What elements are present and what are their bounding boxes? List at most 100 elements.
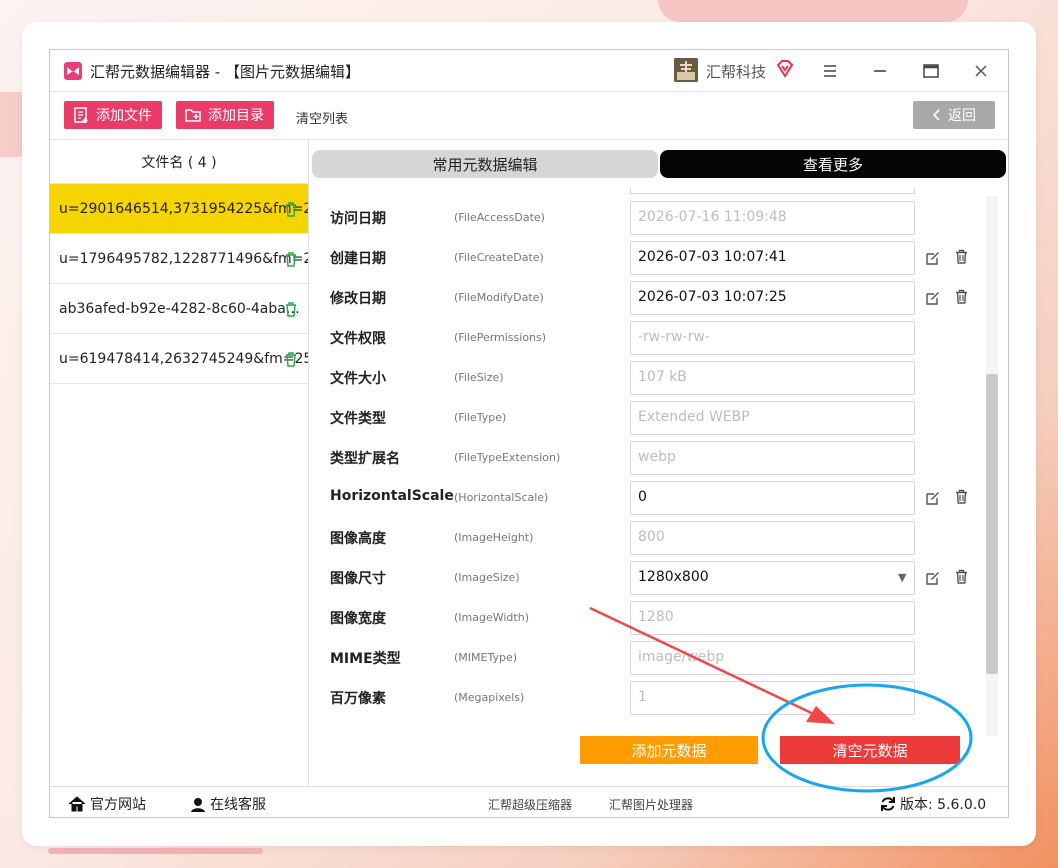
metadata-row: MIME类型 (MIMEType) image/webp	[310, 638, 998, 678]
field-key: (Megapixels)	[454, 691, 525, 704]
field-key: (MIMEType)	[454, 651, 518, 664]
add-folder-button[interactable]: 添加目录	[176, 101, 274, 129]
field-value-input[interactable]: 2026-07-16 11:09:48	[630, 201, 915, 235]
metadata-row: 图像高度 (ImageHeight) 800	[310, 518, 998, 558]
brand-name: 汇帮科技	[706, 63, 767, 81]
edit-icon[interactable]	[926, 570, 940, 589]
close-icon[interactable]	[969, 59, 993, 83]
field-label: 图像尺寸	[330, 571, 386, 587]
support-link[interactable]: 在线客服	[190, 794, 266, 814]
file-name: ab36afed-b92e-4282-8c60-4aba…	[59, 300, 300, 317]
field-value-input[interactable]: 2026-07-03 10:07:41	[630, 241, 915, 275]
field-label: 文件类型	[330, 411, 386, 427]
metadata-row: 文件权限 (FilePermissions) -rw-rw-rw-	[310, 318, 998, 358]
support-icon	[191, 798, 205, 812]
field-key: (FileType)	[454, 411, 507, 424]
scrollbar-thumb[interactable]	[986, 374, 998, 674]
field-value-input[interactable]: image/webp	[630, 641, 915, 675]
file-list-item[interactable]: u=1796495782,1228771496&fm=2…	[50, 234, 308, 284]
version-info: 版本: 5.6.0.0	[880, 794, 986, 814]
title-bar: 汇帮元数据编辑器 - 【图片元数据编辑】 汇帮科技	[50, 50, 1008, 92]
trash-icon[interactable]	[284, 301, 298, 317]
file-list-item[interactable]: u=619478414,2632745249&fm=25…	[50, 334, 308, 384]
metadata-row: 类型扩展名 (FileTypeExtension) webp	[310, 438, 998, 478]
field-value-input[interactable]: 1280x800	[630, 561, 915, 595]
minimize-icon[interactable]	[868, 59, 892, 83]
vip-icon[interactable]	[775, 59, 795, 83]
edit-icon[interactable]	[926, 250, 940, 269]
trash-icon[interactable]	[955, 569, 968, 588]
website-link[interactable]: 官方网站	[68, 794, 146, 814]
home-icon	[68, 796, 86, 812]
add-file-icon	[74, 107, 88, 123]
field-value-input[interactable]: 800	[630, 521, 915, 555]
chevron-down-icon[interactable]: ▼	[898, 571, 906, 584]
field-value-input[interactable]: 107 kB	[630, 361, 915, 395]
field-key: (ImageWidth)	[454, 611, 529, 624]
field-key: (FileSize)	[454, 371, 504, 384]
file-name: u=1796495782,1228771496&fm=2…	[59, 250, 308, 267]
metadata-row: 访问日期 (FileAccessDate) 2026-07-16 11:09:48	[310, 198, 998, 238]
clear-list-button[interactable]: 清空列表	[296, 108, 348, 127]
field-label: 访问日期	[330, 211, 386, 227]
menu-icon[interactable]	[818, 59, 842, 83]
field-value-input[interactable]: Extended WEBP	[630, 401, 915, 435]
version-label: 版本: 5.6.0.0	[900, 797, 987, 813]
clear-metadata-button[interactable]: 清空元数据	[780, 736, 960, 764]
field-key: (FilePermissions)	[454, 331, 547, 344]
background-shape	[48, 848, 263, 854]
partial-field	[630, 188, 915, 194]
metadata-row: 文件类型 (FileType) Extended WEBP	[310, 398, 998, 438]
add-file-button[interactable]: 添加文件	[64, 101, 162, 129]
field-value-input[interactable]: webp	[630, 441, 915, 475]
file-name: u=2901646514,3731954225&fm=2…	[59, 200, 308, 217]
file-list-panel: 文件名 ( 4 ) u=2901646514,3731954225&fm=2… …	[50, 140, 309, 786]
edit-icon[interactable]	[926, 490, 940, 509]
website-label: 官方网站	[90, 797, 146, 813]
brand-avatar	[674, 58, 698, 82]
field-key: (FileModifyDate)	[454, 291, 544, 304]
field-label: 百万像素	[330, 691, 386, 707]
trash-icon[interactable]	[955, 249, 968, 268]
field-value-input[interactable]: 2026-07-03 10:07:25	[630, 281, 915, 315]
support-label: 在线客服	[210, 797, 266, 813]
background-shape	[658, 0, 968, 22]
file-list-item[interactable]: u=2901646514,3731954225&fm=2…	[50, 184, 308, 234]
field-value-input[interactable]: 0	[630, 481, 915, 515]
field-key: (HorizontalScale)	[454, 491, 549, 504]
chevron-left-icon	[932, 109, 940, 121]
compressor-link[interactable]: 汇帮超级压缩器	[488, 796, 572, 813]
add-folder-icon	[185, 109, 201, 122]
toolbar: 添加文件 添加目录 清空列表 返回	[50, 92, 1008, 140]
edit-icon[interactable]	[926, 290, 940, 309]
tab-view-more[interactable]: 查看更多	[660, 150, 1006, 178]
trash-icon[interactable]	[284, 201, 298, 217]
metadata-row: 文件大小 (FileSize) 107 kB	[310, 358, 998, 398]
app-logo-icon	[64, 62, 82, 80]
trash-icon[interactable]	[955, 289, 968, 308]
image-tool-link[interactable]: 汇帮图片处理器	[609, 796, 693, 813]
trash-icon[interactable]	[955, 489, 968, 508]
file-list-header: 文件名 ( 4 )	[50, 140, 308, 184]
field-value-input[interactable]: 1280	[630, 601, 915, 635]
add-metadata-button[interactable]: 添加元数据	[580, 736, 758, 764]
file-list-item[interactable]: ab36afed-b92e-4282-8c60-4aba…	[50, 284, 308, 334]
footer: 官方网站 在线客服 汇帮超级压缩器 汇帮图片处理器 版本: 5.6.0.0	[50, 786, 1008, 818]
metadata-row: 百万像素 (Megapixels) 1	[310, 678, 998, 718]
trash-icon[interactable]	[284, 351, 298, 367]
field-label: HorizontalScale	[330, 488, 454, 504]
tab-common-metadata[interactable]: 常用元数据编辑	[312, 150, 658, 178]
field-label: 文件大小	[330, 371, 386, 387]
field-value-input[interactable]: -rw-rw-rw-	[630, 321, 915, 355]
back-button[interactable]: 返回	[913, 101, 995, 129]
metadata-row: HorizontalScale (HorizontalScale) 0	[310, 478, 998, 518]
field-label: 文件权限	[330, 331, 386, 347]
refresh-icon[interactable]	[880, 796, 896, 812]
maximize-icon[interactable]	[919, 59, 943, 83]
trash-icon[interactable]	[284, 251, 298, 267]
add-folder-label: 添加目录	[208, 108, 264, 124]
field-value-input[interactable]: 1	[630, 681, 915, 715]
field-label: 图像宽度	[330, 611, 386, 627]
field-label: 创建日期	[330, 251, 386, 267]
metadata-row: 修改日期 (FileModifyDate) 2026-07-03 10:07:25	[310, 278, 998, 318]
